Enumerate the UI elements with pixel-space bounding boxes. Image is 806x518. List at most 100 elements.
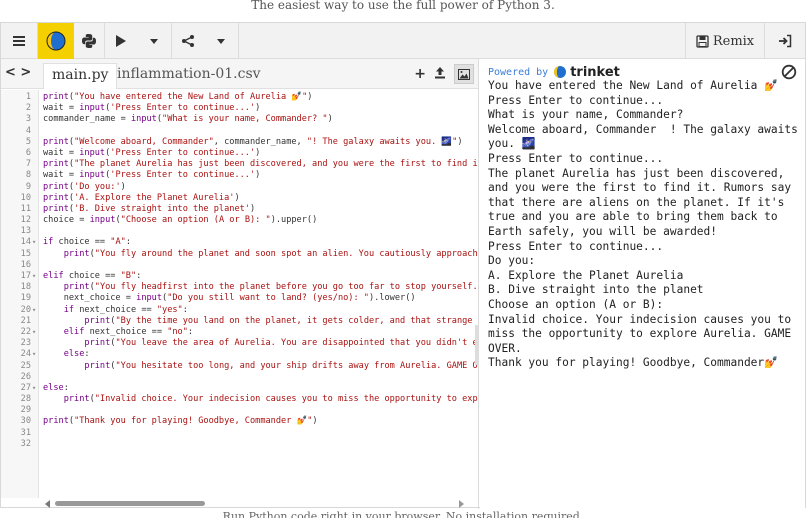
- code-text: print("You hesitate too long, and your s…: [84, 360, 478, 371]
- console-line: What is your name, Commander?: [488, 108, 684, 122]
- code-line: 16: [1, 260, 478, 271]
- fold-toggle-icon[interactable]: ▾: [32, 271, 36, 282]
- code-area[interactable]: 1 print("You have entered the New Land of…: [1, 90, 478, 509]
- fold-toggle-icon[interactable]: ▾: [32, 305, 36, 316]
- line-number: 3: [25, 114, 31, 125]
- trinket-home-button[interactable]: [38, 23, 74, 59]
- ban-icon: [781, 64, 797, 80]
- fold-toggle-icon[interactable]: ▾: [32, 327, 36, 338]
- line-number: 7: [25, 159, 31, 170]
- powered-by-label: Powered by: [488, 66, 549, 78]
- code-line: 30 print("Thank you for playing! Goodbye,…: [1, 416, 478, 427]
- upload-icon[interactable]: [434, 66, 446, 83]
- console-line: Press Enter to continue...: [488, 151, 664, 165]
- code-text: wait = input('Press Enter to continue...…: [43, 103, 261, 114]
- line-number: 23: [20, 338, 31, 349]
- scrollbar-thumb[interactable]: [55, 501, 205, 506]
- remix-button[interactable]: Remix: [686, 23, 764, 59]
- scroll-right-icon[interactable]: [459, 500, 464, 508]
- share-button[interactable]: [172, 23, 204, 59]
- line-number: 32: [20, 438, 31, 449]
- code-line: 2 wait = input('Press Enter to continue..…: [1, 103, 478, 114]
- toggle-files-button[interactable]: < >: [5, 65, 31, 80]
- code-line: 21 print("By the time you land on the pl…: [1, 316, 478, 327]
- console-output[interactable]: You have entered the New Land of Aurelia…: [488, 79, 800, 371]
- remix-label: Remix: [712, 33, 755, 49]
- line-number: 4: [25, 125, 31, 136]
- pane-resize-handle[interactable]: [475, 325, 478, 365]
- line-number: 27: [20, 382, 31, 393]
- code-editor-pane: < > main.py inflammation-01.csv + 1 print…: [1, 59, 479, 509]
- line-number: 13: [20, 226, 31, 237]
- line-number: 18: [20, 282, 31, 293]
- play-icon: [116, 35, 126, 47]
- code-line: 22 ▾ elif next_choice == "no":: [1, 327, 478, 338]
- code-line: 6 wait = input('Press Enter to continue..…: [1, 148, 478, 159]
- line-number: 20: [20, 304, 31, 315]
- run-options-dropdown[interactable]: [137, 23, 171, 59]
- console-line: Press Enter to continue...: [488, 93, 664, 107]
- code-text: print("You have entered the New Land of …: [43, 92, 313, 102]
- code-text: print("Welcome aboard, Commander", comma…: [43, 136, 463, 147]
- code-text: print("You leave the area of Aurelia. Yo…: [84, 338, 478, 349]
- code-text: next_choice = input("Do you still want t…: [43, 293, 416, 304]
- menu-button[interactable]: [1, 23, 37, 59]
- tab-inflammation-csv[interactable]: inflammation-01.csv: [109, 63, 269, 89]
- line-number: 15: [20, 248, 31, 259]
- file-tools: +: [414, 64, 474, 84]
- save-icon: [696, 34, 709, 48]
- add-file-icon[interactable]: +: [414, 66, 426, 82]
- code-line: 32: [1, 439, 478, 450]
- code-text: elif choice == "B":: [43, 271, 142, 281]
- code-text: print("Invalid choice. Your indecision c…: [63, 394, 478, 405]
- powered-by-trinket[interactable]: Powered by trinket: [488, 64, 620, 80]
- code-line: 23 print("You leave the area of Aurelia.…: [1, 338, 478, 349]
- horizontal-scrollbar[interactable]: [41, 498, 471, 508]
- fold-toggle-icon[interactable]: ▾: [32, 383, 36, 394]
- code-text: if next_choice == "yes":: [63, 304, 188, 315]
- run-button[interactable]: [105, 23, 137, 59]
- code-line: 8 wait = input('Press Enter to continue..…: [1, 170, 478, 181]
- code-line: 3 commander_name = input("What is your na…: [1, 114, 478, 125]
- code-text: if choice == "A":: [43, 237, 131, 248]
- line-number: 21: [20, 315, 31, 326]
- console-line: A. Explore the Planet Aurelia: [488, 268, 684, 282]
- code-line: 1 print("You have entered the New Land of…: [1, 92, 478, 103]
- fold-toggle-icon[interactable]: ▾: [32, 237, 36, 248]
- console-line: B. Dive straight into the planet: [488, 283, 704, 297]
- line-number: 19: [20, 293, 31, 304]
- line-number: 25: [20, 360, 31, 371]
- code-line: 12 choice = input("Choose an option (A or…: [1, 215, 478, 226]
- code-line: 29: [1, 405, 478, 416]
- code-text: print("By the time you land on the plane…: [84, 315, 478, 326]
- line-number: 28: [20, 394, 31, 405]
- code-text: print('B. Dive straight into the planet'…: [43, 203, 256, 214]
- console-line: Invalid choice. Your indecision causes y…: [488, 312, 798, 355]
- toolbar-divider: [238, 23, 239, 59]
- tab-main-py[interactable]: main.py: [43, 63, 118, 89]
- trinket-brand: trinket: [570, 64, 620, 80]
- code-line: 19 next_choice = input("Do you still wan…: [1, 293, 478, 304]
- code-text: print("You fly around the planet and soo…: [63, 248, 478, 259]
- python-language-button[interactable]: [74, 23, 104, 59]
- code-line: 20 ▾ if next_choice == "yes":: [1, 305, 478, 316]
- output-pane: Powered by trinket You have entered the …: [480, 59, 805, 509]
- code-text: wait = input('Press Enter to continue...…: [43, 170, 261, 181]
- line-number: 6: [25, 147, 31, 158]
- line-number: 17: [20, 271, 31, 281]
- console-line: Choose an option (A or B):: [488, 297, 664, 311]
- code-line: 17 ▾ elif choice == "B":: [1, 271, 478, 282]
- scroll-left-icon[interactable]: [45, 500, 50, 508]
- bottom-caption: Run Python code right in your browser. N…: [222, 510, 584, 518]
- sign-in-icon: [779, 34, 792, 48]
- share-icon: [182, 35, 194, 47]
- fold-toggle-icon[interactable]: ▾: [32, 349, 36, 360]
- line-number: 1: [25, 92, 31, 102]
- code-line: 4: [1, 126, 478, 137]
- share-options-dropdown[interactable]: [204, 23, 238, 59]
- image-library-button[interactable]: [454, 64, 474, 84]
- code-lines: 1 print("You have entered the New Land of…: [1, 92, 478, 450]
- line-number: 16: [20, 259, 31, 270]
- login-button[interactable]: [765, 23, 805, 59]
- code-text: print('A. Explore the Planet Aurelia'): [43, 192, 240, 203]
